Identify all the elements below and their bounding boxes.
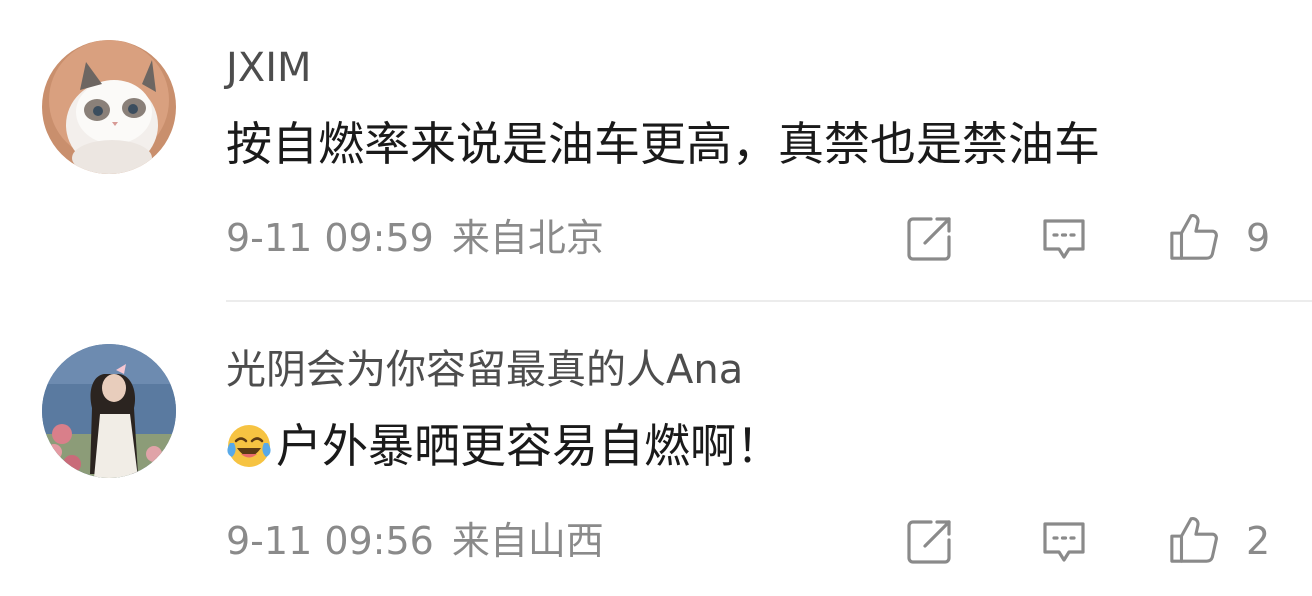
share-button[interactable] (904, 212, 956, 264)
comment-text-body: 按自燃率来说是油车更高，真禁也是禁油车 (226, 117, 1100, 171)
comment-meta: 9-11 09:56 来自山西 (226, 518, 604, 564)
comment-text-body: 户外暴晒更容易自燃啊！ (276, 419, 782, 473)
comment-meta: 9-11 09:59 来自北京 (226, 215, 604, 261)
username[interactable]: JXIM (226, 44, 312, 92)
like-button[interactable] (1168, 513, 1220, 565)
share-button[interactable] (904, 515, 956, 567)
like-count: 2 (1246, 519, 1271, 563)
like-count: 9 (1246, 216, 1271, 260)
timestamp: 9-11 09:59 (226, 216, 434, 260)
comment-text: 按自燃率来说是油车更高，真禁也是禁油车 (226, 116, 1100, 172)
comment-item: JXIM 按自燃率来说是油车更高，真禁也是禁油车 9-11 09:59 来自北京 … (0, 0, 1312, 300)
reply-button[interactable] (1038, 515, 1090, 567)
avatar[interactable] (42, 344, 176, 478)
thumbs-up-icon (1170, 214, 1218, 260)
timestamp: 9-11 09:56 (226, 519, 434, 563)
username[interactable]: 光阴会为你容留最真的人Ana (226, 346, 743, 394)
share-icon (907, 520, 951, 564)
comment-text: 户外暴晒更容易自燃啊！ (226, 418, 782, 474)
location: 来自山西 (451, 519, 604, 563)
location: 来自北京 (451, 216, 604, 260)
thumbs-up-icon (1170, 517, 1218, 563)
comment-item: 光阴会为你容留最真的人Ana 户外暴晒更容易自燃啊！ 9-11 09:56 来自山… (0, 300, 1312, 596)
cat-avatar-icon (42, 40, 176, 174)
avatar[interactable] (42, 40, 176, 174)
reply-button[interactable] (1038, 212, 1090, 264)
like-button[interactable] (1168, 210, 1220, 262)
share-icon (907, 217, 951, 261)
comment-icon (1043, 219, 1085, 259)
comment-icon (1043, 522, 1085, 562)
girl-avatar-icon (42, 344, 176, 478)
laughing-crying-emoji-icon (227, 425, 271, 467)
